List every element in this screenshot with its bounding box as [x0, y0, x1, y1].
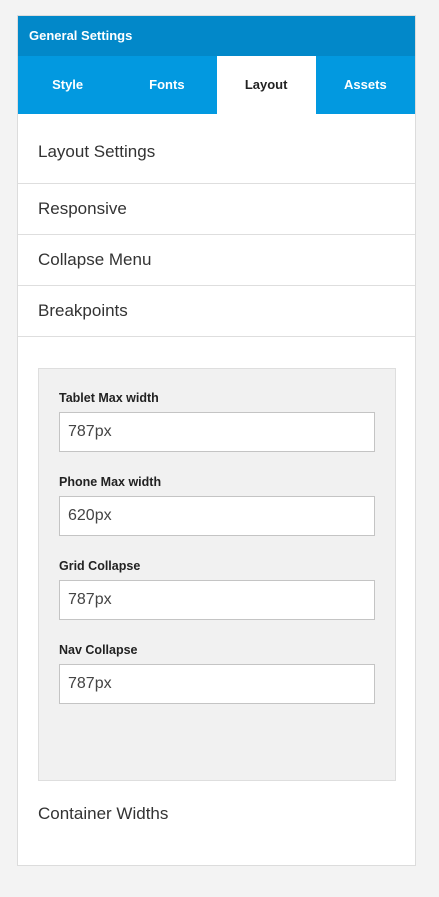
field-label: Phone Max width: [59, 475, 162, 489]
section-layout-settings[interactable]: Layout Settings: [18, 134, 415, 184]
tab-bar: Style Fonts Layout Assets: [18, 56, 415, 114]
section-responsive[interactable]: Responsive: [18, 184, 415, 235]
section-breakpoints[interactable]: Breakpoints: [18, 286, 415, 337]
phone-max-width-field: Phone Max width: [59, 475, 375, 536]
nav-collapse-input[interactable]: [59, 664, 375, 704]
section-collapse-menu[interactable]: Collapse Menu: [18, 235, 415, 286]
general-settings-panel: General Settings Style Fonts Layout Asse…: [17, 15, 416, 866]
field-label: Grid Collapse: [59, 559, 141, 573]
tab-style[interactable]: Style: [18, 56, 117, 114]
panel-title: General Settings: [18, 16, 415, 56]
tab-fonts[interactable]: Fonts: [117, 56, 216, 114]
tab-layout[interactable]: Layout: [216, 56, 316, 114]
tablet-max-width-field: Tablet Max width: [59, 391, 375, 452]
nav-collapse-field: Nav Collapse: [59, 643, 375, 704]
section-container-widths[interactable]: Container Widths: [38, 804, 168, 824]
tablet-max-width-input[interactable]: [59, 412, 375, 452]
breakpoints-panel: Tablet Max width Phone Max width Grid Co…: [38, 368, 396, 781]
phone-max-width-input[interactable]: [59, 496, 375, 536]
field-label: Tablet Max width: [59, 391, 159, 405]
tab-assets[interactable]: Assets: [316, 56, 415, 114]
grid-collapse-input[interactable]: [59, 580, 375, 620]
field-label: Nav Collapse: [59, 643, 138, 657]
grid-collapse-field: Grid Collapse: [59, 559, 375, 620]
